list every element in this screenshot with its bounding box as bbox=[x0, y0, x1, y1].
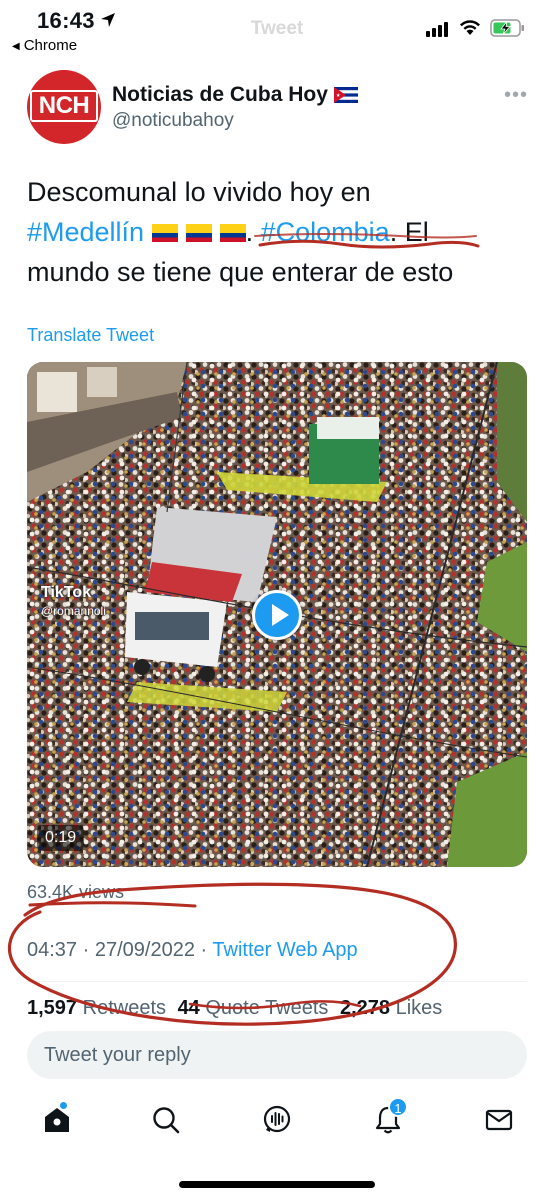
retweets-label: Retweets bbox=[82, 997, 166, 1019]
timestamp-date: 27/09/2022 bbox=[94, 939, 195, 961]
likes-stat[interactable]: 2,278 Likes bbox=[340, 997, 442, 1019]
reply-input[interactable] bbox=[27, 1031, 527, 1079]
colombia-flag-icon bbox=[185, 224, 212, 242]
battery-charging-icon bbox=[490, 19, 524, 37]
tab-search[interactable] bbox=[146, 1100, 186, 1140]
divider bbox=[27, 981, 527, 982]
retweets-stat[interactable]: 1,597 Retweets bbox=[27, 997, 166, 1019]
cellular-signal-icon bbox=[426, 22, 448, 37]
home-icon bbox=[45, 1108, 69, 1132]
avatar-logo-text: NCH bbox=[30, 90, 98, 122]
timestamp-time: 04:37 bbox=[27, 939, 78, 961]
mail-icon bbox=[485, 1109, 513, 1131]
views-count: 63.4K views bbox=[27, 882, 125, 902]
source-link[interactable]: Twitter Web App bbox=[212, 939, 357, 961]
tweet-text-period: . bbox=[245, 217, 254, 247]
quotes-label: Quote Tweets bbox=[205, 997, 329, 1019]
tiktok-user: @romannoli bbox=[41, 604, 106, 618]
retweets-count: 1,597 bbox=[27, 997, 78, 1019]
tab-home[interactable] bbox=[37, 1100, 77, 1140]
likes-count: 2,278 bbox=[339, 997, 391, 1019]
tweet-text-period-2: . bbox=[389, 217, 398, 247]
home-unread-dot bbox=[59, 1101, 68, 1110]
cuba-flag-icon bbox=[333, 87, 358, 103]
video-player[interactable]: TikTok @romannoli 0:19 bbox=[27, 362, 527, 867]
tweet-timestamp: 04:37 · 27/09/2022 · Twitter Web App bbox=[27, 939, 358, 962]
wifi-icon bbox=[460, 20, 480, 35]
play-icon[interactable] bbox=[252, 590, 302, 640]
tweet-text-line1: Descomunal lo vivido hoy en bbox=[27, 177, 371, 207]
tiktok-logo-text: TikTok bbox=[41, 584, 92, 601]
video-duration: 0:19 bbox=[37, 825, 85, 851]
spaces-icon bbox=[263, 1105, 291, 1133]
engagement-stats: 1,597 Retweets 44 Quote Tweets 2,278 Lik… bbox=[27, 997, 448, 1020]
quotes-count: 44 bbox=[177, 997, 200, 1019]
timestamp-separator: · bbox=[82, 939, 90, 961]
quote-tweets-stat[interactable]: 44 Quote Tweets bbox=[178, 997, 329, 1019]
status-bar: 16:43 ◀ Chrome Tweet bbox=[0, 0, 554, 62]
more-options-icon[interactable]: ••• bbox=[504, 84, 528, 107]
tiktok-watermark: TikTok @romannoli bbox=[41, 584, 106, 618]
reply-box[interactable] bbox=[27, 1031, 527, 1079]
tab-notifications[interactable]: 1 bbox=[368, 1097, 408, 1140]
tweet-text-after: El bbox=[404, 217, 429, 247]
translate-tweet-link[interactable]: Translate Tweet bbox=[27, 325, 154, 346]
tab-messages[interactable] bbox=[479, 1100, 519, 1140]
hashtag-colombia[interactable]: #Colombia bbox=[261, 217, 390, 247]
timestamp-separator-2: · bbox=[200, 939, 208, 961]
author-display-name[interactable]: Noticias de Cuba Hoy bbox=[112, 83, 358, 107]
search-icon bbox=[153, 1107, 180, 1134]
author-handle[interactable]: @noticubahoy bbox=[112, 110, 234, 132]
hashtag-medellin[interactable]: #Medellín bbox=[27, 217, 144, 247]
likes-label: Likes bbox=[395, 997, 443, 1019]
author-avatar[interactable]: NCH bbox=[27, 70, 101, 144]
home-indicator bbox=[179, 1181, 375, 1188]
tweet-text-line3: mundo se tiene que enterar de esto bbox=[27, 257, 454, 287]
back-triangle-icon: ◀ bbox=[12, 41, 20, 52]
colombia-flag-icon bbox=[151, 224, 178, 242]
colombia-flag-icon bbox=[219, 224, 246, 242]
tweet-text: Descomunal lo vivido hoy en #Medellín . … bbox=[27, 172, 527, 292]
notifications-badge: 1 bbox=[388, 1097, 408, 1117]
tab-spaces[interactable] bbox=[257, 1100, 297, 1140]
author-name-text: Noticias de Cuba Hoy bbox=[112, 83, 328, 106]
